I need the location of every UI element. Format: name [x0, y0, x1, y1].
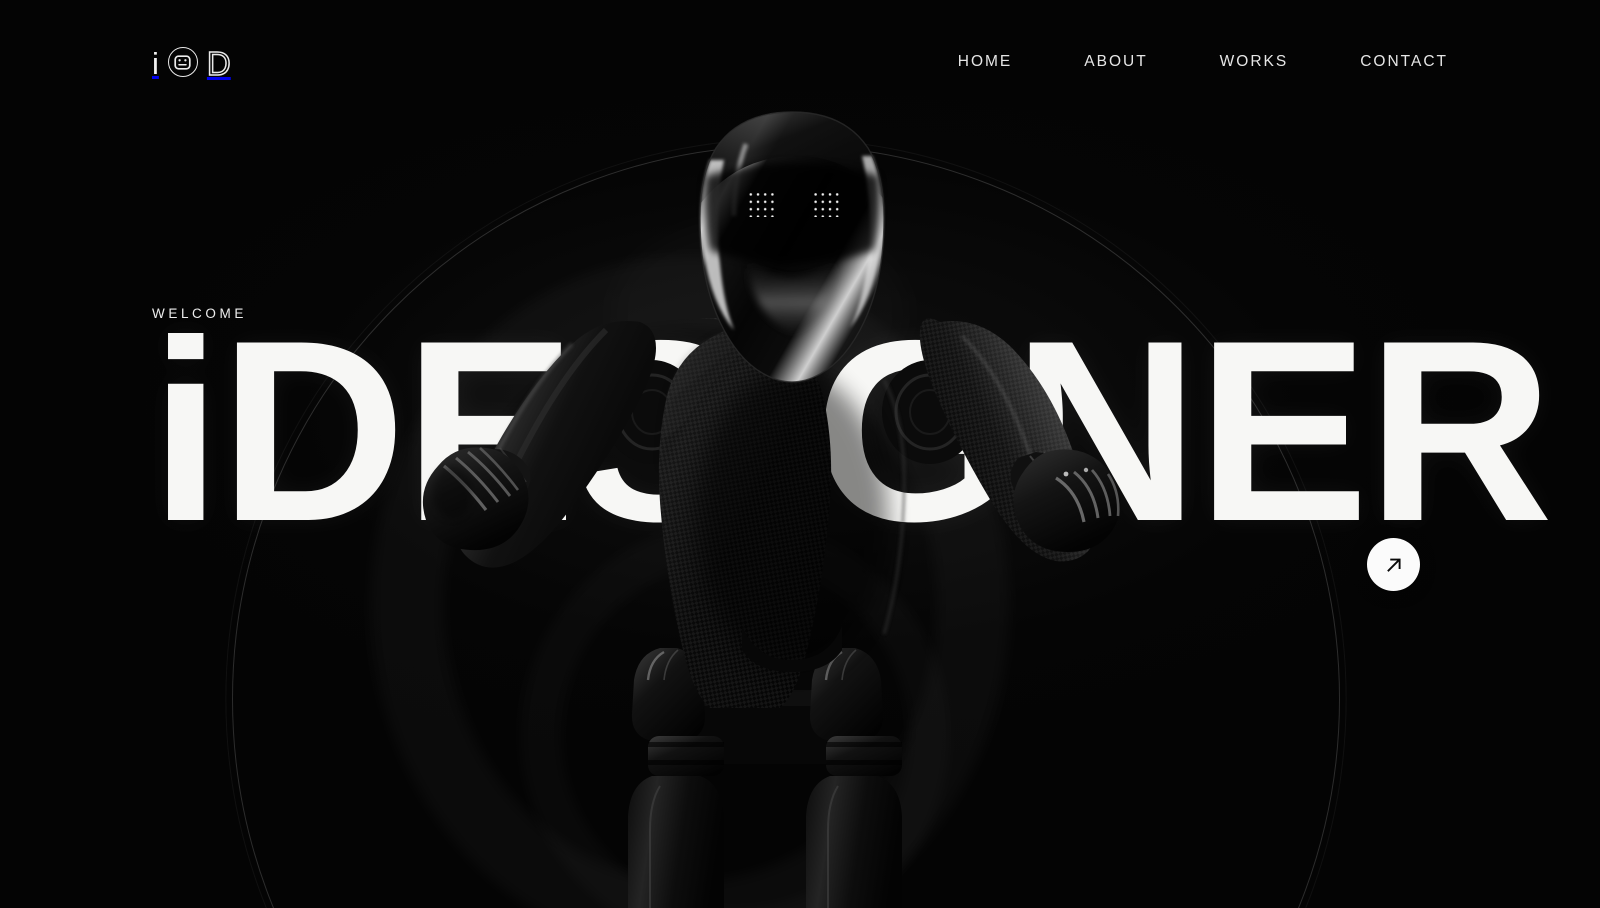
robot-face-icon [167, 47, 198, 77]
nav-item-home[interactable]: HOME [922, 47, 1049, 77]
background-blur-ring-small [520, 520, 950, 908]
logo-letter-i: i [152, 45, 159, 81]
main-navigation: HOME ABOUT WORKS CONTACT [922, 47, 1448, 77]
arrow-up-right-icon [1383, 554, 1405, 576]
site-header: i D HOME ABOUT WORKS CONTACT [0, 0, 1600, 124]
nav-item-works[interactable]: WORKS [1184, 47, 1325, 77]
page-title: iDESIGNER [150, 286, 1553, 575]
hero-eyebrow: WELCOME [152, 306, 247, 321]
logo-letter-d: D [206, 44, 231, 82]
nav-item-about[interactable]: ABOUT [1048, 47, 1183, 77]
nav-item-contact[interactable]: CONTACT [1324, 47, 1448, 77]
logo[interactable]: i D [152, 42, 231, 82]
scroll-cta-button[interactable] [1367, 538, 1420, 591]
page-root: i D HOME ABOUT WORKS CONTACT WELCOME iDE… [0, 0, 1600, 908]
